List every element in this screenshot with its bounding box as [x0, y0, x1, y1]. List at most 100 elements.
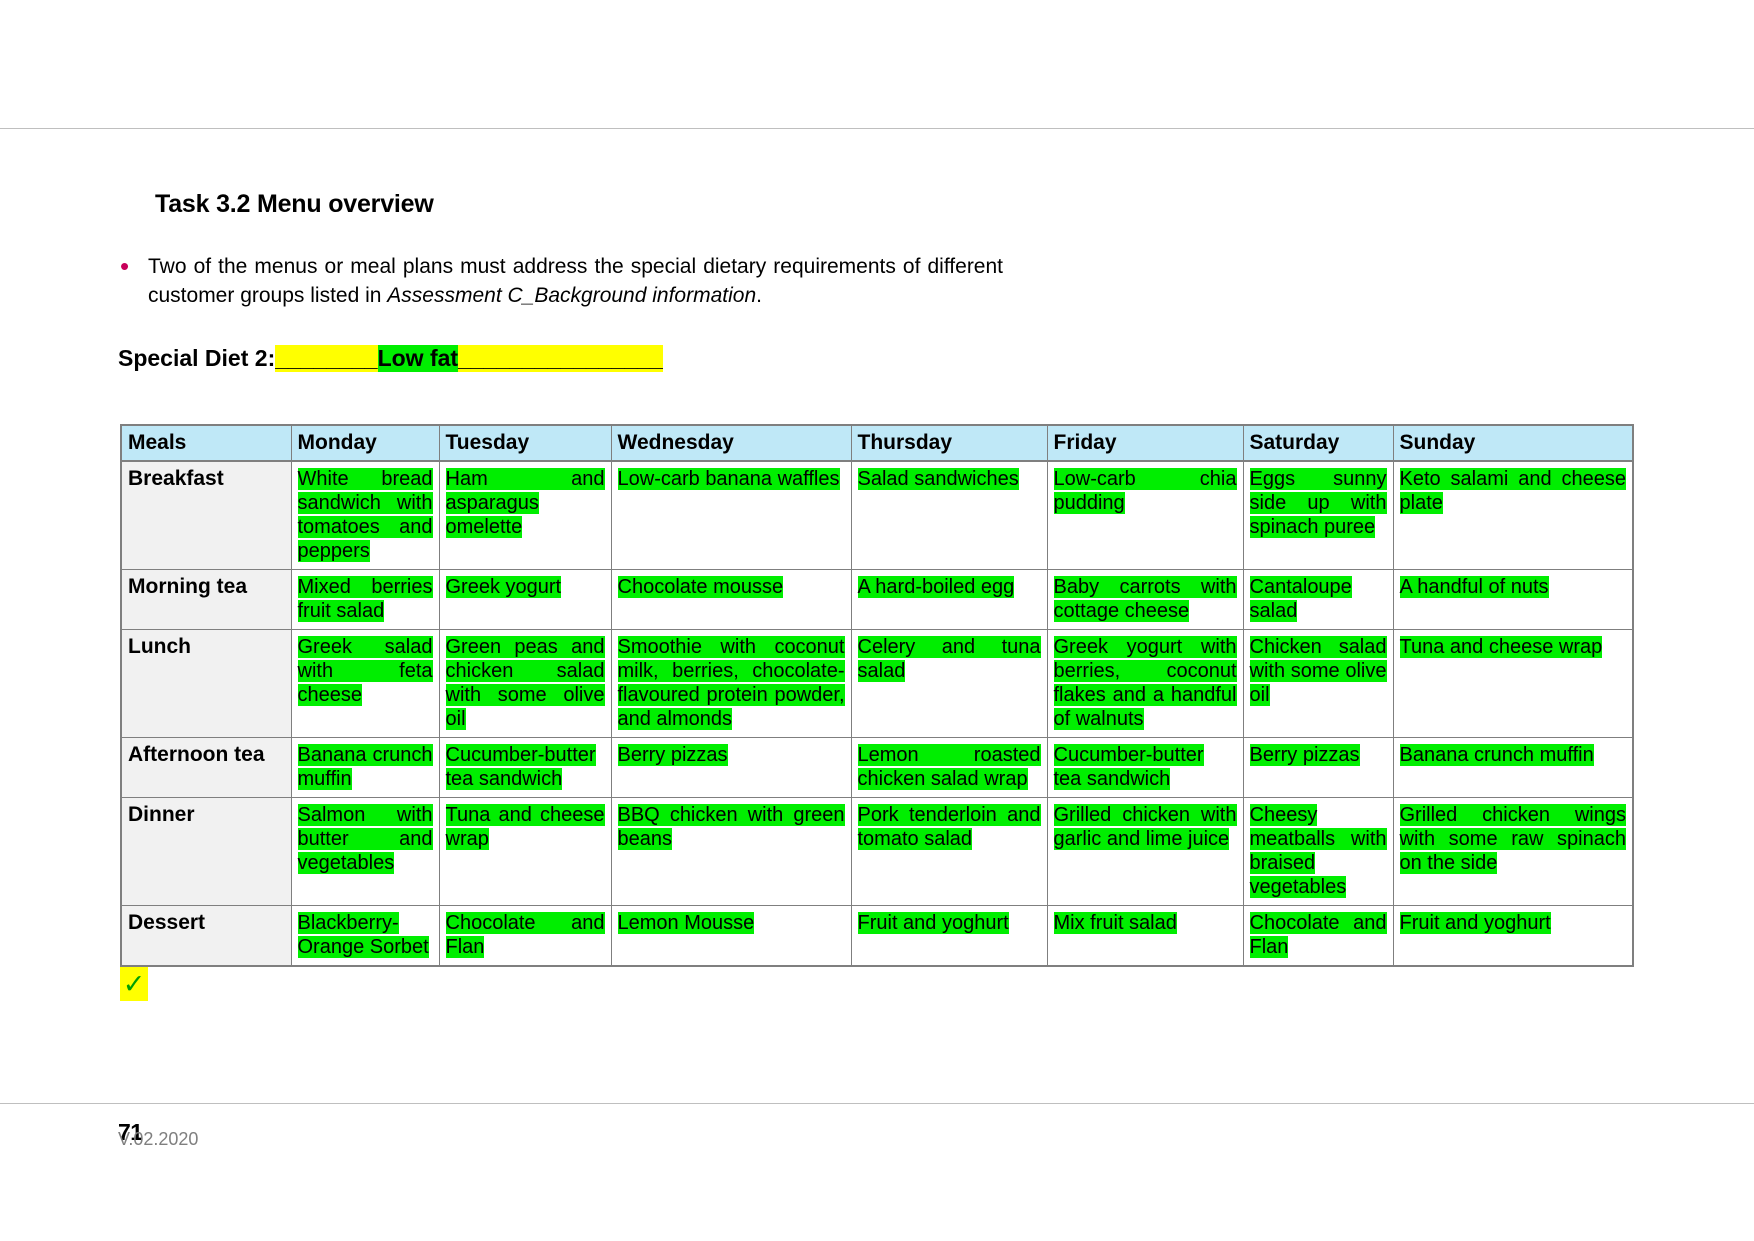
menu-cell-text[interactable]: Grilled chicken with garlic and lime jui… — [1053, 804, 1237, 850]
menu-cell: Chocolate and Flan — [1242, 905, 1394, 967]
menu-cell-text[interactable]: Chicken salad with some olive oil — [1249, 636, 1387, 706]
menu-cell-text[interactable]: Cucumber-butter tea sandwich — [1053, 744, 1204, 790]
menu-cell-text[interactable]: Green peas and chicken salad with some o… — [445, 636, 605, 730]
menu-cell-text[interactable]: Eggs sunny side up with spinach puree — [1249, 468, 1387, 538]
menu-cell-text[interactable]: Banana crunch muffin — [1399, 744, 1594, 766]
table-row: Breakfast White bread sandwich with toma… — [120, 460, 1634, 570]
meal-label: Afternoon tea — [120, 737, 292, 798]
menu-cell-text[interactable]: Lemon roasted chicken salad wrap — [857, 744, 1041, 790]
menu-table: Meals Monday Tuesday Wednesday Thursday … — [120, 424, 1634, 967]
menu-cell-text[interactable]: Chocolate and Flan — [1249, 912, 1387, 958]
menu-cell: Mix fruit salad — [1046, 905, 1244, 967]
menu-cell-text[interactable]: Grilled chicken wings with some raw spin… — [1399, 804, 1626, 874]
menu-cell-text[interactable]: Ham and asparagus omelette — [445, 468, 605, 538]
menu-cell: Green peas and chicken salad with some o… — [438, 629, 612, 738]
menu-cell: Cantaloupe salad — [1242, 569, 1394, 630]
menu-cell-text[interactable]: Smoothie with coconut milk, berries, cho… — [617, 636, 845, 730]
bullet-item-text: Two of the menus or meal plans must addr… — [148, 252, 1003, 310]
special-diet-blank-after: ________________ — [458, 345, 663, 372]
meal-label: Lunch — [120, 629, 292, 738]
table-row: Afternoon tea Banana crunch muffin Cucum… — [120, 737, 1634, 798]
menu-cell-text[interactable]: Cheesy meatballs with braised vegetables — [1249, 804, 1387, 898]
menu-cell: Chicken salad with some olive oil — [1242, 629, 1394, 738]
column-header-sunday: Sunday — [1392, 424, 1634, 462]
meal-label: Morning tea — [120, 569, 292, 630]
special-diet-line: Special Diet 2: ________ Low fat _________… — [0, 310, 1754, 372]
menu-cell-text[interactable]: BBQ chicken with green beans — [617, 804, 845, 850]
column-header-wednesday: Wednesday — [610, 424, 852, 462]
menu-cell-text[interactable]: Greek salad with feta cheese — [297, 636, 433, 706]
menu-table-container: Meals Monday Tuesday Wednesday Thursday … — [0, 372, 1754, 967]
column-header-friday: Friday — [1046, 424, 1244, 462]
menu-cell: Grilled chicken wings with some raw spin… — [1392, 797, 1634, 906]
table-row: Dinner Salmon with butter and vegetables… — [120, 797, 1634, 906]
menu-cell: A handful of nuts — [1392, 569, 1634, 630]
menu-cell-text[interactable]: Low-carb banana waffles — [617, 468, 840, 490]
menu-cell: Banana crunch muffin — [290, 737, 440, 798]
menu-cell-text[interactable]: Greek yogurt with berries, coconut flake… — [1053, 636, 1237, 730]
menu-cell: A hard-boiled egg — [850, 569, 1048, 630]
footer-divider — [0, 1103, 1754, 1104]
menu-cell: Low-carb chia pudding — [1046, 460, 1244, 570]
menu-cell-text[interactable]: Greek yogurt — [445, 576, 562, 598]
menu-cell: Lemon Mousse — [610, 905, 852, 967]
menu-cell: Chocolate and Flan — [438, 905, 612, 967]
meal-label: Dessert — [120, 905, 292, 967]
menu-cell-text[interactable]: Celery and tuna salad — [857, 636, 1041, 682]
menu-cell: Chocolate mousse — [610, 569, 852, 630]
menu-cell: Fruit and yoghurt — [1392, 905, 1634, 967]
menu-cell-text[interactable]: Cucumber-butter tea sandwich — [445, 744, 596, 790]
menu-table-body: Breakfast White bread sandwich with toma… — [120, 460, 1634, 967]
menu-cell: Salad sandwiches — [850, 460, 1048, 570]
document-version: V.02.2020 — [118, 1129, 199, 1149]
menu-cell-text[interactable]: A handful of nuts — [1399, 576, 1549, 598]
menu-cell-text[interactable]: Berry pizzas — [617, 744, 728, 766]
menu-cell-text[interactable]: Berry pizzas — [1249, 744, 1360, 766]
menu-cell: Ham and asparagus omelette — [438, 460, 612, 570]
menu-cell-text[interactable]: Banana crunch muffin — [297, 744, 433, 790]
menu-cell-text[interactable]: Mix fruit salad — [1053, 912, 1177, 934]
table-row: Dessert Blackberry-Orange Sorbet Chocola… — [120, 905, 1634, 967]
menu-cell: Tuna and cheese wrap — [1392, 629, 1634, 738]
bullet-text-after: . — [756, 284, 762, 307]
menu-cell-text[interactable]: Lemon Mousse — [617, 912, 755, 934]
menu-cell: Greek yogurt with berries, coconut flake… — [1046, 629, 1244, 738]
menu-cell: Berry pizzas — [1242, 737, 1394, 798]
menu-cell-text[interactable]: Salmon with butter and vegetables — [297, 804, 433, 874]
menu-cell-text[interactable]: Blackberry-Orange Sorbet — [297, 912, 429, 958]
special-diet-value[interactable]: Low fat — [377, 345, 459, 372]
menu-cell-text[interactable]: Tuna and cheese wrap — [1399, 636, 1603, 658]
column-header-tuesday: Tuesday — [438, 424, 612, 462]
menu-cell: Celery and tuna salad — [850, 629, 1048, 738]
menu-cell: Berry pizzas — [610, 737, 852, 798]
menu-cell: Cheesy meatballs with braised vegetables — [1242, 797, 1394, 906]
menu-cell-text[interactable]: Baby carrots with cottage cheese — [1053, 576, 1237, 622]
menu-cell: Fruit and yoghurt — [850, 905, 1048, 967]
menu-cell-text[interactable]: Pork tenderloin and tomato salad — [857, 804, 1041, 850]
column-header-meals: Meals — [120, 424, 292, 462]
meal-label: Breakfast — [120, 460, 292, 570]
meal-label: Dinner — [120, 797, 292, 906]
menu-cell: Grilled chicken with garlic and lime jui… — [1046, 797, 1244, 906]
bullet-item: • Two of the menus or meal plans must ad… — [0, 219, 1120, 310]
menu-cell-text[interactable]: Fruit and yoghurt — [857, 912, 1009, 934]
menu-cell-text[interactable]: A hard-boiled egg — [857, 576, 1015, 598]
menu-cell: Low-carb banana waffles — [610, 460, 852, 570]
menu-cell-text[interactable]: Chocolate and Flan — [445, 912, 605, 958]
menu-cell-text[interactable]: Chocolate mousse — [617, 576, 784, 598]
menu-cell-text[interactable]: Fruit and yoghurt — [1399, 912, 1551, 934]
menu-cell-text[interactable]: Tuna and cheese wrap — [445, 804, 605, 850]
menu-cell-text[interactable]: Cantaloupe salad — [1249, 576, 1352, 622]
page-title: Task 3.2 Menu overview — [155, 190, 434, 218]
page-content: Task 3.2 Menu overview • Two of the menu… — [0, 128, 1754, 1001]
menu-cell-text[interactable]: Mixed berries fruit salad — [297, 576, 433, 622]
menu-cell-text[interactable]: Low-carb chia pudding — [1053, 468, 1237, 514]
menu-cell: Salmon with butter and vegetables — [290, 797, 440, 906]
menu-cell-text[interactable]: White bread sandwich with tomatoes and p… — [297, 468, 433, 562]
menu-cell: White bread sandwich with tomatoes and p… — [290, 460, 440, 570]
menu-cell: Pork tenderloin and tomato salad — [850, 797, 1048, 906]
menu-cell-text[interactable]: Salad sandwiches — [857, 468, 1019, 490]
menu-cell: Lemon roasted chicken salad wrap — [850, 737, 1048, 798]
menu-cell-text[interactable]: Keto salami and cheese plate — [1399, 468, 1626, 514]
column-header-monday: Monday — [290, 424, 440, 462]
